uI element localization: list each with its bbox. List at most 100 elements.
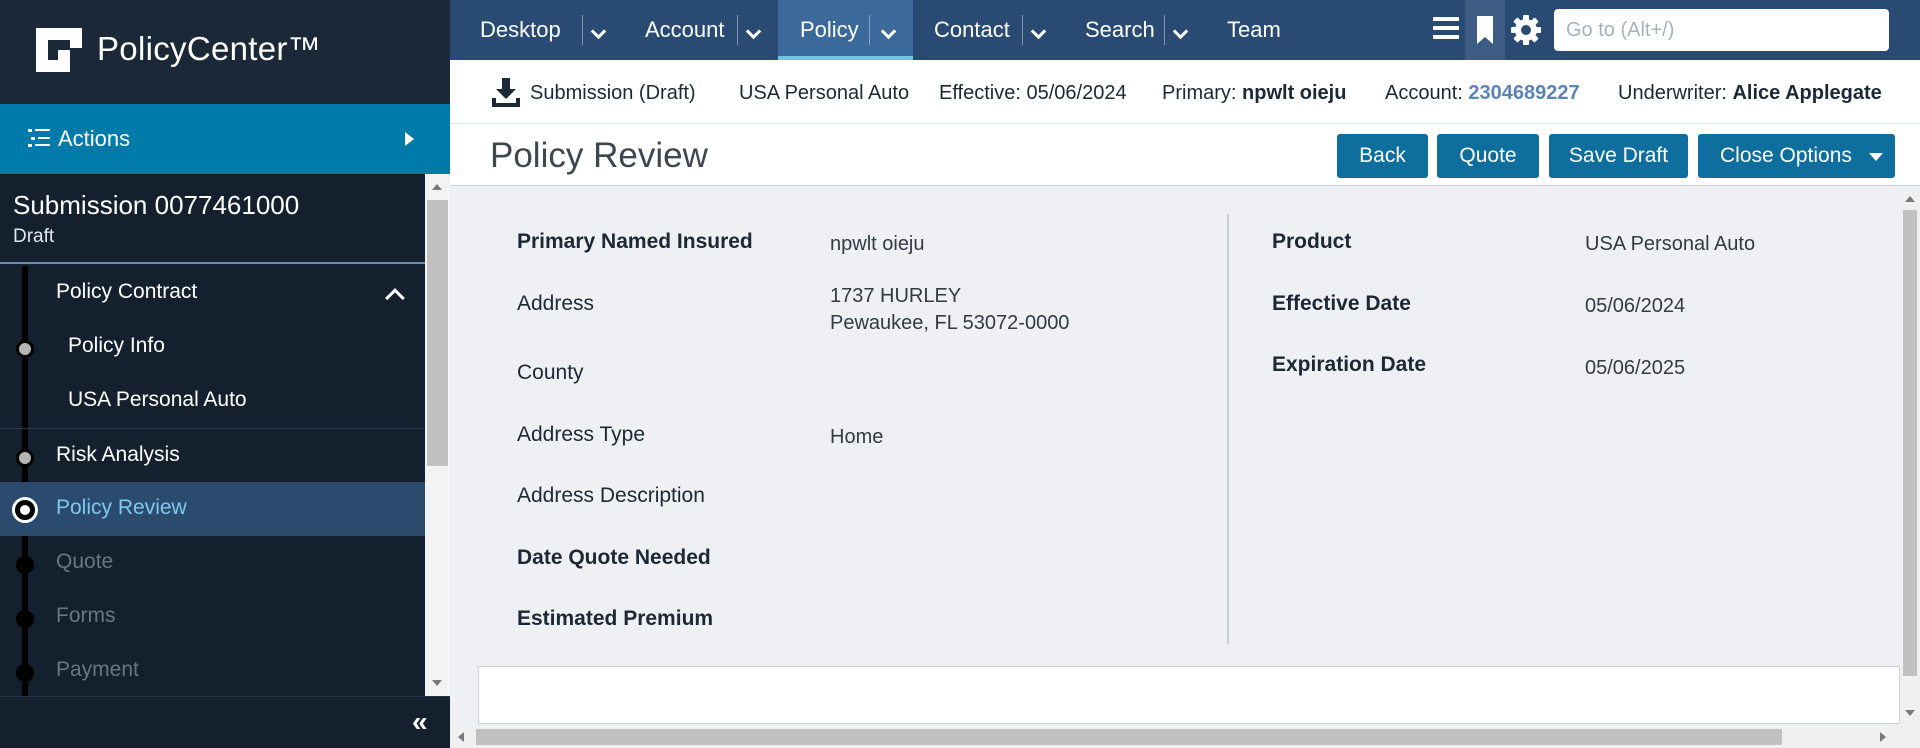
scroll-right-icon[interactable]: [1880, 732, 1886, 742]
page-title-row: Policy Review Back Quote Save Draft Clos…: [450, 124, 1920, 186]
save-draft-button[interactable]: Save Draft: [1549, 134, 1688, 178]
job-status: Draft: [13, 226, 55, 247]
chevron-down-icon[interactable]: [880, 23, 897, 40]
address-type-label: Address Type: [517, 423, 646, 446]
chevron-down-icon[interactable]: [745, 23, 762, 40]
address-description-label: Address Description: [517, 484, 705, 507]
collapse-sidebar-icon[interactable]: «: [412, 708, 428, 736]
tab-divider: [1022, 15, 1023, 45]
main-vertical-scrollbar[interactable]: [1900, 186, 1920, 726]
step-label: Policy Review: [56, 496, 187, 519]
county-label: County: [517, 361, 584, 384]
step-label: Payment: [56, 658, 139, 681]
product-label: USA Personal Auto: [739, 82, 910, 104]
tab-divider: [737, 15, 738, 45]
account-link[interactable]: 2304689227: [1468, 82, 1579, 104]
tab-account[interactable]: Account: [635, 0, 745, 60]
effective-date-label: Effective Date: [1272, 292, 1411, 315]
actions-list-icon: [28, 129, 50, 147]
tab-label: Search: [1085, 17, 1155, 42]
underwriter-value: Alice Applegate: [1732, 82, 1882, 104]
step-label: Risk Analysis: [56, 443, 180, 466]
effective-date-value: 05/06/2024: [1585, 295, 1686, 317]
address-label: Address: [517, 292, 595, 315]
step-usa-personal-auto[interactable]: USA Personal Auto: [0, 374, 425, 428]
underwriter-label: Underwriter:: [1618, 82, 1727, 104]
primary-label: Primary:: [1162, 82, 1237, 104]
expiration-date-label: Expiration Date: [1272, 353, 1427, 376]
close-options-label: Close Options: [1720, 144, 1852, 167]
sidebar-scroll-thumb[interactable]: [427, 200, 448, 466]
effective-label: Effective:: [939, 82, 1021, 104]
step-policy-review[interactable]: Policy Review: [0, 482, 425, 536]
primary-value: npwlt oieju: [1242, 82, 1347, 104]
scroll-up-icon[interactable]: [1905, 196, 1915, 202]
step-label: Forms: [56, 604, 116, 627]
scroll-up-icon[interactable]: [432, 184, 442, 190]
tab-label: Account: [645, 17, 725, 42]
policycenter-logo-icon: [36, 28, 82, 72]
primary-named-insured-value: npwlt oieju: [830, 233, 925, 255]
step-current-icon: [12, 497, 38, 523]
step-payment: Payment: [0, 644, 425, 696]
gear-icon[interactable]: [1510, 14, 1542, 46]
product-field-value: USA Personal Auto: [1585, 233, 1756, 255]
step-disabled-icon: [16, 610, 34, 628]
tab-label: Policy: [800, 17, 859, 42]
tab-label: Desktop: [480, 17, 561, 42]
tab-desktop[interactable]: Desktop: [470, 0, 561, 60]
step-completed-icon: [16, 449, 34, 467]
policy-review-panel: Primary Named Insured npwlt oieju Addres…: [450, 186, 1900, 726]
sidebar: PolicyCenter™ Actions Submission 0077461…: [0, 0, 450, 748]
caret-down-icon: [1869, 153, 1883, 161]
job-title: Submission 0077461000: [13, 190, 300, 220]
goto-search-input[interactable]: [1554, 9, 1889, 51]
step-completed-icon: [16, 340, 34, 358]
address-line2: Pewaukee, FL 53072-0000: [830, 312, 1070, 334]
step-label: Policy Info: [68, 334, 165, 357]
scroll-left-icon[interactable]: [458, 732, 464, 742]
step-risk-analysis[interactable]: Risk Analysis: [0, 428, 425, 482]
chevron-up-icon[interactable]: [385, 288, 405, 308]
primary-named-insured-label: Primary Named Insured: [517, 230, 753, 253]
wizard-steps: Policy Contract Policy Info USA Personal…: [0, 266, 425, 696]
step-policy-contract[interactable]: Policy Contract: [0, 266, 425, 320]
menu-icon[interactable]: [1433, 17, 1459, 41]
app-name: PolicyCenter™: [97, 30, 321, 67]
tab-policy[interactable]: Policy: [778, 0, 913, 60]
sidebar-scrollbar[interactable]: [425, 174, 450, 696]
download-icon[interactable]: [490, 76, 522, 108]
main-hscroll-thumb[interactable]: [476, 729, 1782, 745]
step-label: Policy Contract: [56, 280, 198, 303]
step-forms: Forms: [0, 590, 425, 644]
tab-divider: [582, 15, 583, 45]
bookmark-icon[interactable]: [1465, 0, 1505, 60]
tab-search[interactable]: Search: [1075, 0, 1175, 60]
chevron-down-icon[interactable]: [1172, 23, 1189, 40]
close-options-button[interactable]: Close Options: [1698, 134, 1895, 178]
back-button[interactable]: Back: [1337, 134, 1428, 178]
main-horizontal-scrollbar[interactable]: [450, 726, 1920, 748]
step-policy-info[interactable]: Policy Info: [0, 320, 425, 374]
account-label: Account:: [1385, 82, 1463, 104]
top-navigation: Desktop Account Policy Contact Search Te…: [450, 0, 1920, 60]
sidebar-footer: «: [0, 696, 450, 748]
main-vscroll-thumb[interactable]: [1903, 210, 1917, 676]
bottom-panel: [478, 666, 1900, 724]
effective-info: Effective: 05/06/2024: [939, 82, 1127, 105]
chevron-down-icon[interactable]: [590, 23, 607, 40]
job-info-bar: Submission (Draft) USA Personal Auto Eff…: [450, 60, 1920, 124]
tab-contact[interactable]: Contact: [924, 0, 1034, 60]
actions-menu-button[interactable]: Actions: [0, 104, 450, 174]
scroll-down-icon[interactable]: [1905, 710, 1915, 716]
column-divider: [1227, 214, 1229, 644]
tab-team[interactable]: Team: [1217, 0, 1307, 60]
primary-info: Primary: npwlt oieju: [1162, 82, 1346, 105]
caret-right-icon: [405, 132, 414, 146]
underwriter-info: Underwriter: Alice Applegate: [1618, 82, 1882, 105]
quote-button[interactable]: Quote: [1437, 134, 1539, 178]
step-disabled-icon: [16, 556, 34, 574]
scroll-down-icon[interactable]: [432, 680, 442, 686]
step-label: USA Personal Auto: [68, 388, 247, 411]
actions-label: Actions: [58, 126, 131, 151]
